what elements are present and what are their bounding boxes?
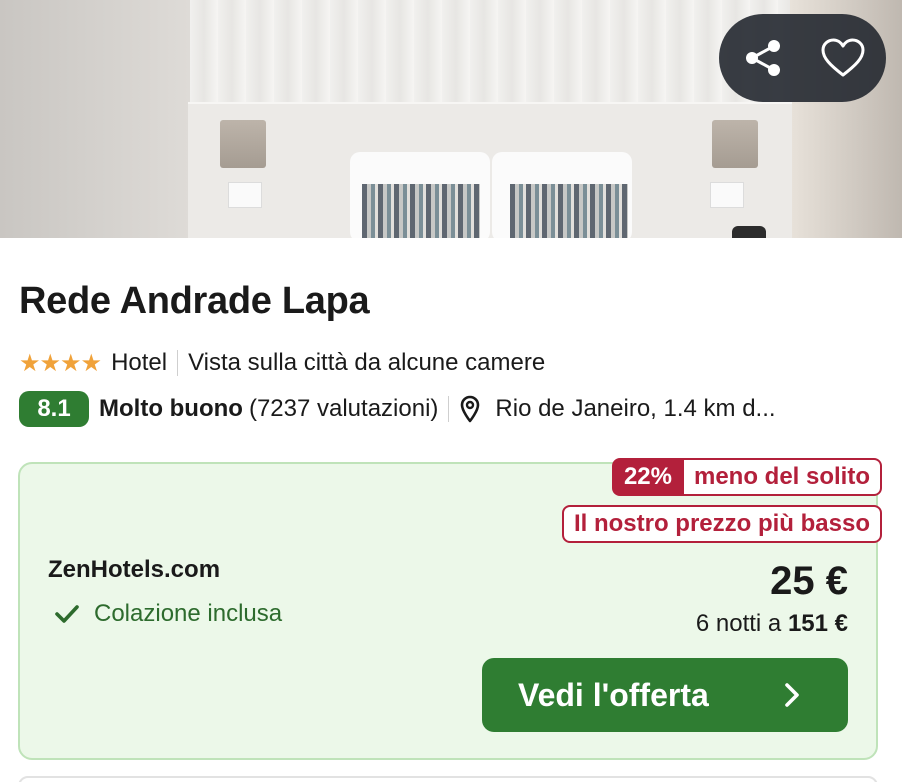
hotel-name[interactable]: Rede Andrade Lapa — [19, 280, 370, 323]
location-pin-icon — [459, 395, 481, 423]
photo-curtain — [190, 0, 790, 110]
perk-label: Colazione inclusa — [94, 600, 283, 627]
photo-cushion-right — [510, 184, 628, 238]
heart-icon — [821, 38, 865, 77]
hotel-type: Hotel — [111, 349, 168, 376]
nights-prefix: 6 notti a — [695, 610, 782, 637]
photo-actions — [719, 14, 886, 102]
photo-lamp-right — [712, 120, 758, 168]
discount-badge: 22% meno del solito — [611, 458, 882, 496]
score-badge: 8.1 — [19, 391, 89, 427]
next-offer-card[interactable] — [18, 776, 878, 782]
hotel-meta: ★★★★ Hotel Vista sulla città da alcune c… — [19, 347, 545, 379]
hotel-feature: Vista sulla città da alcune camere — [188, 349, 546, 376]
photo-wall-left — [0, 0, 190, 238]
star-rating: ★★★★ — [19, 349, 102, 377]
photo-lamp-left — [220, 120, 266, 168]
hotel-card[interactable]: Rede Andrade Lapa ★★★★ Hotel Vista sulla… — [0, 0, 902, 782]
discount-percent: 22% — [611, 458, 684, 496]
photo-switch-right — [710, 182, 744, 208]
rating-row: 8.1 Molto buono (7237 valutazioni) Rio d… — [19, 391, 879, 427]
offer-box[interactable]: 22% meno del solito Il nostro prezzo più… — [18, 458, 882, 760]
photo-headboard — [188, 102, 792, 238]
photo-switch-left — [228, 182, 262, 208]
view-offer-label: Vedi l'offerta — [518, 676, 709, 713]
divider — [177, 350, 179, 376]
hotel-photo[interactable] — [0, 0, 902, 238]
nights-total: 151 € — [787, 610, 848, 637]
rating-word: Molto buono — [99, 395, 243, 422]
photo-phone — [732, 226, 766, 238]
favorite-button[interactable] — [803, 14, 883, 102]
share-button[interactable] — [723, 14, 803, 102]
divider — [448, 396, 450, 422]
hotel-location[interactable]: Rio de Janeiro, 1.4 km d... — [495, 395, 775, 423]
discount-text: meno del solito — [683, 458, 882, 496]
check-icon — [55, 605, 79, 623]
share-icon — [746, 40, 780, 76]
lowest-price-badge: Il nostro prezzo più basso — [561, 505, 882, 543]
breakfast-perk: Colazione inclusa — [54, 600, 282, 628]
total-price: 6 notti a 151 € — [696, 610, 848, 638]
view-offer-button[interactable]: Vedi l'offerta — [482, 658, 848, 732]
provider-name: ZenHotels.com — [48, 556, 221, 583]
nightly-price: 25 € — [770, 559, 848, 603]
review-count[interactable]: (7237 valutazioni) — [249, 395, 438, 423]
chevron-right-icon — [785, 683, 799, 707]
photo-cushion-left — [362, 184, 480, 238]
